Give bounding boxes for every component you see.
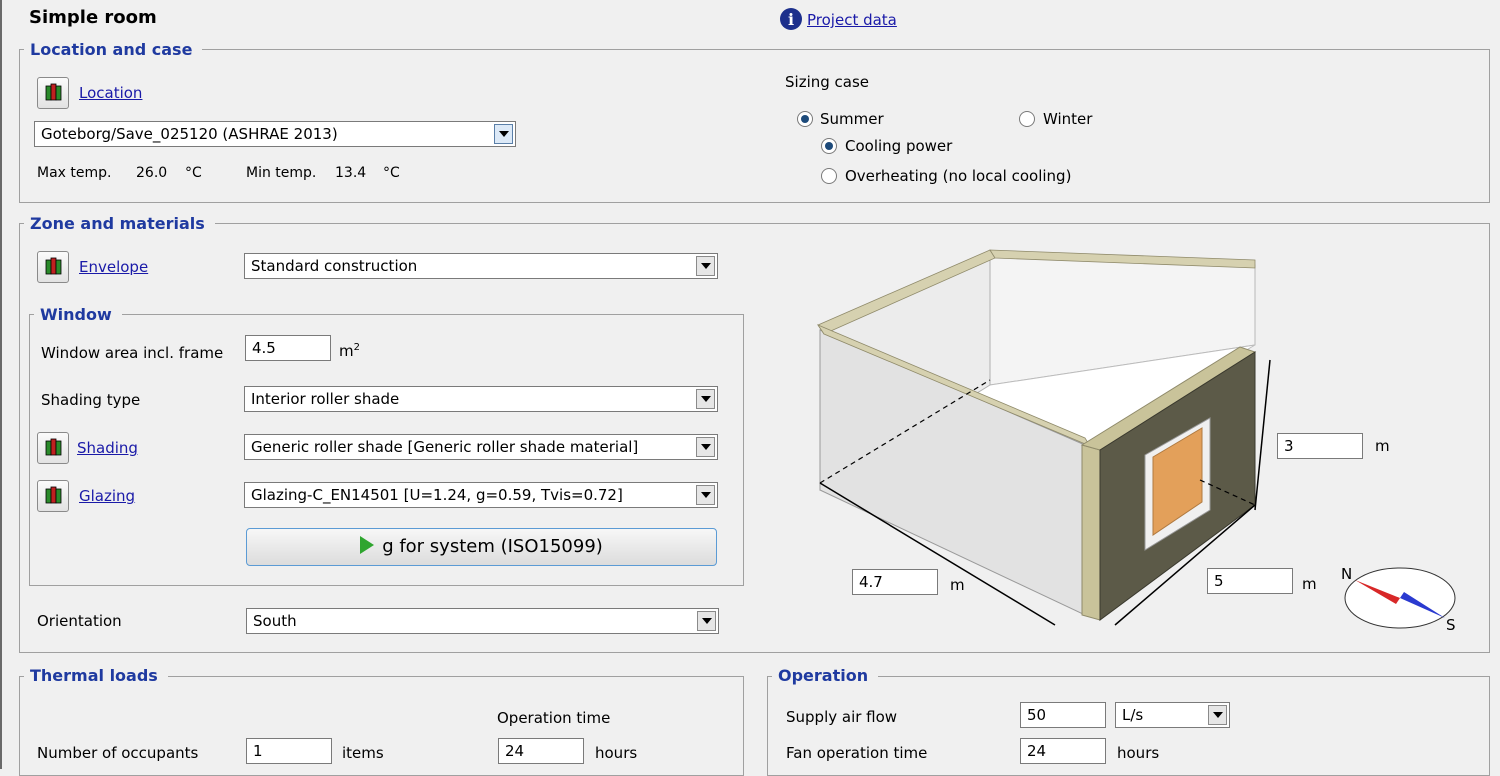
play-icon [360, 536, 375, 554]
overheating-radio[interactable] [821, 168, 837, 184]
glazing-link[interactable]: Glazing [79, 487, 135, 505]
room-height-unit: m [1375, 437, 1390, 455]
chevron-down-icon[interactable] [696, 437, 715, 457]
chevron-down-icon[interactable] [1208, 705, 1227, 725]
chevron-down-icon[interactable] [696, 256, 715, 276]
winter-label: Winter [1043, 110, 1093, 128]
supply-air-unit-select[interactable]: L/s [1115, 702, 1230, 728]
location-case-legend: Location and case [24, 40, 203, 59]
max-temp-value: 26.0 [136, 165, 168, 181]
room-width-unit: m [950, 576, 965, 594]
svg-text:i: i [788, 10, 794, 29]
thermal-loads-legend: Thermal loads [24, 666, 168, 685]
room-width-input[interactable]: 4.7 [852, 569, 938, 595]
glazing-select[interactable]: Glazing-C_EN14501 [U=1.24, g=0.59, Tvis=… [244, 482, 718, 508]
window-left-edge [0, 0, 2, 769]
project-data-link[interactable]: Project data [807, 11, 897, 29]
max-temp-unit: °C [185, 165, 202, 181]
chevron-down-icon[interactable] [696, 485, 715, 505]
fan-time-unit: hours [1117, 744, 1160, 762]
location-library-button[interactable] [37, 77, 69, 109]
window-area-unit: m2 [339, 342, 360, 360]
books-icon [45, 438, 62, 456]
window-area-label: Window area incl. frame [41, 344, 224, 362]
supply-air-input[interactable]: 50 [1020, 702, 1106, 728]
orientation-select-value: South [253, 612, 297, 630]
sizing-case-label: Sizing case [785, 73, 870, 91]
occupants-time-unit: hours [595, 744, 638, 762]
shading-select-value: Generic roller shade [Generic roller sha… [251, 438, 639, 456]
room-height-input[interactable]: 3 [1277, 433, 1363, 459]
shading-link[interactable]: Shading [77, 439, 138, 457]
window-area-input[interactable]: 4.5 [245, 335, 331, 361]
fan-time-label: Fan operation time [786, 744, 928, 762]
chevron-down-icon[interactable] [697, 611, 716, 631]
location-link[interactable]: Location [79, 84, 142, 102]
zone-materials-legend: Zone and materials [24, 214, 215, 233]
min-temp-label: Min temp. [246, 165, 317, 181]
location-select[interactable]: Goteborg/Save_025120 (ASHRAE 2013) [34, 121, 516, 147]
chevron-down-icon[interactable] [696, 389, 715, 409]
envelope-select-value: Standard construction [251, 257, 418, 275]
cooling-power-radio[interactable] [821, 138, 837, 154]
min-temp-unit: °C [383, 165, 400, 181]
shading-type-label: Shading type [41, 391, 141, 409]
compass-north-label: N [1341, 565, 1353, 583]
occupants-input[interactable]: 1 [246, 738, 332, 764]
page-title: Simple room [29, 7, 157, 28]
operation-legend: Operation [772, 666, 879, 685]
room-depth-unit: m [1302, 575, 1317, 593]
summer-radio[interactable] [797, 111, 813, 127]
location-select-value: Goteborg/Save_025120 (ASHRAE 2013) [41, 125, 338, 143]
envelope-link[interactable]: Envelope [79, 258, 148, 276]
compass-south-label: S [1446, 616, 1456, 634]
info-icon[interactable]: i [779, 7, 803, 31]
supply-air-label: Supply air flow [786, 708, 898, 726]
books-icon [45, 486, 62, 504]
glazing-select-value: Glazing-C_EN14501 [U=1.24, g=0.59, Tvis=… [251, 486, 623, 504]
envelope-library-button[interactable] [37, 251, 69, 283]
room-depth-input[interactable]: 5 [1207, 568, 1293, 594]
chevron-down-icon[interactable] [494, 124, 513, 144]
winter-radio[interactable] [1019, 111, 1035, 127]
shading-select[interactable]: Generic roller shade [Generic roller sha… [244, 434, 718, 460]
facade-insulation [1081, 444, 1101, 621]
occupants-label: Number of occupants [37, 744, 199, 762]
shading-library-button[interactable] [37, 432, 69, 464]
height-dimension-line [1254, 359, 1271, 511]
envelope-select[interactable]: Standard construction [244, 253, 718, 279]
window-legend: Window [34, 305, 122, 324]
fan-time-input[interactable]: 24 [1020, 738, 1106, 764]
glazing-library-button[interactable] [37, 480, 69, 512]
g-for-system-button[interactable]: g for system (ISO15099) [246, 528, 717, 566]
min-temp-value: 13.4 [335, 165, 367, 181]
books-icon [45, 257, 62, 275]
overheating-label: Overheating (no local cooling) [845, 167, 1072, 185]
shading-type-select-value: Interior roller shade [251, 390, 400, 408]
max-temp-label: Max temp. [37, 165, 112, 181]
cooling-power-label: Cooling power [845, 137, 953, 155]
orientation-select[interactable]: South [246, 608, 719, 634]
g-for-system-label: g for system (ISO15099) [382, 536, 603, 557]
books-icon [45, 83, 62, 101]
shading-type-select[interactable]: Interior roller shade [244, 386, 718, 412]
occupants-unit: items [342, 744, 384, 762]
operation-time-label: Operation time [497, 709, 611, 727]
summer-label: Summer [820, 110, 884, 128]
occupants-time-input[interactable]: 24 [498, 738, 584, 764]
orientation-label: Orientation [37, 612, 122, 630]
